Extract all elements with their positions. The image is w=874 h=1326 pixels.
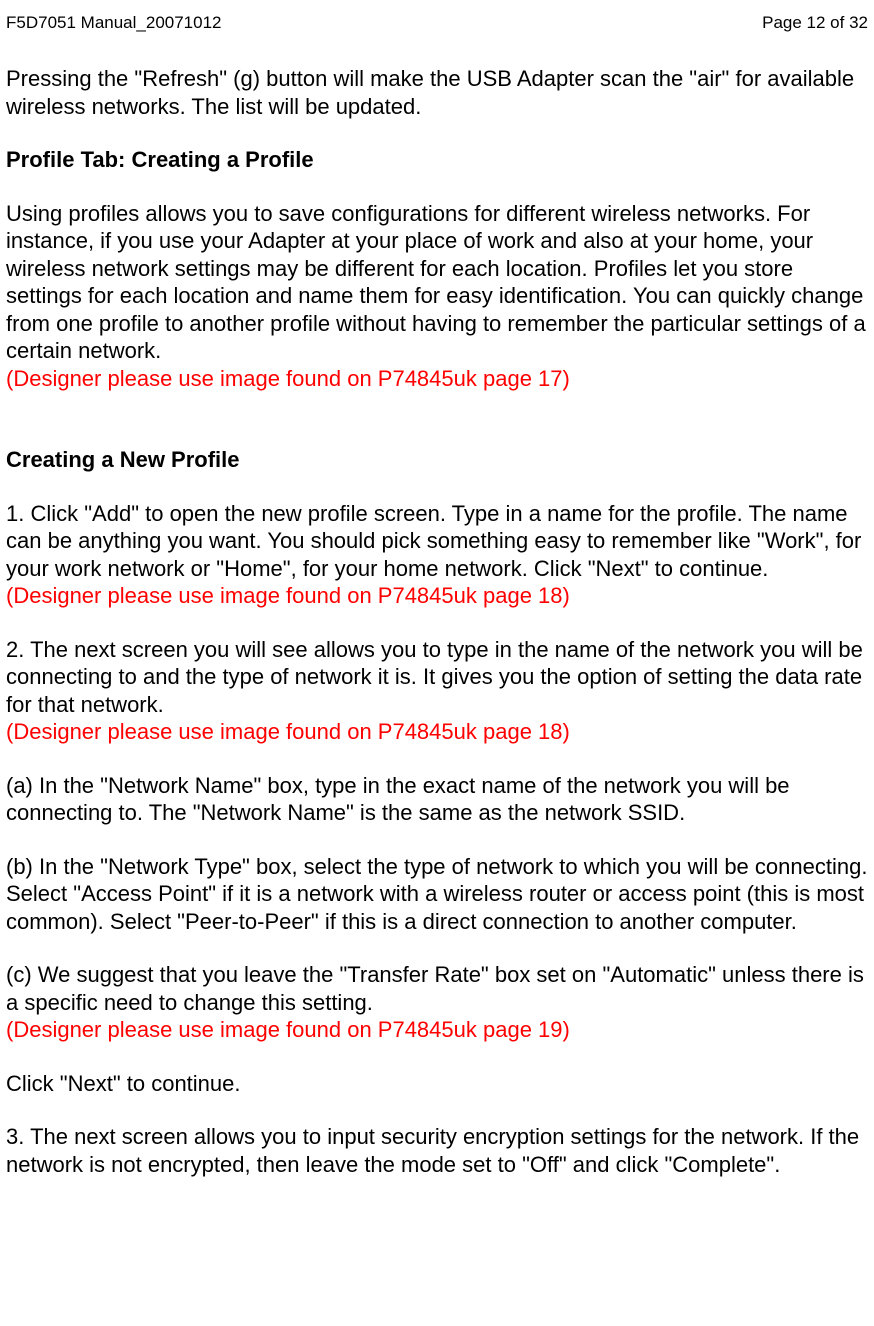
heading-profile-tab: Profile Tab: Creating a Profile: [6, 146, 868, 174]
heading-creating-new-profile: Creating a New Profile: [6, 446, 868, 474]
paragraph-step-2: 2. The next screen you will see allows y…: [6, 636, 868, 719]
paragraph-step-2c: (c) We suggest that you leave the "Trans…: [6, 961, 868, 1016]
paragraph-profiles-intro: Using profiles allows you to save config…: [6, 200, 868, 365]
paragraph-step-2a: (a) In the "Network Name" box, type in t…: [6, 772, 868, 827]
paragraph-click-next: Click "Next" to continue.: [6, 1070, 868, 1098]
paragraph-step-3: 3. The next screen allows you to input s…: [6, 1123, 868, 1178]
header-right: Page 12 of 32: [762, 12, 868, 33]
paragraph-refresh: Pressing the "Refresh" (g) button will m…: [6, 65, 868, 120]
designer-note-4: (Designer please use image found on P748…: [6, 1016, 868, 1044]
designer-note-2: (Designer please use image found on P748…: [6, 582, 868, 610]
paragraph-step-2b: (b) In the "Network Type" box, select th…: [6, 853, 868, 936]
page-header: F5D7051 Manual_20071012 Page 12 of 32: [6, 12, 868, 33]
header-left: F5D7051 Manual_20071012: [6, 12, 222, 33]
paragraph-step-1: 1. Click "Add" to open the new profile s…: [6, 500, 868, 583]
designer-note-1: (Designer please use image found on P748…: [6, 365, 868, 393]
designer-note-3: (Designer please use image found on P748…: [6, 718, 868, 746]
